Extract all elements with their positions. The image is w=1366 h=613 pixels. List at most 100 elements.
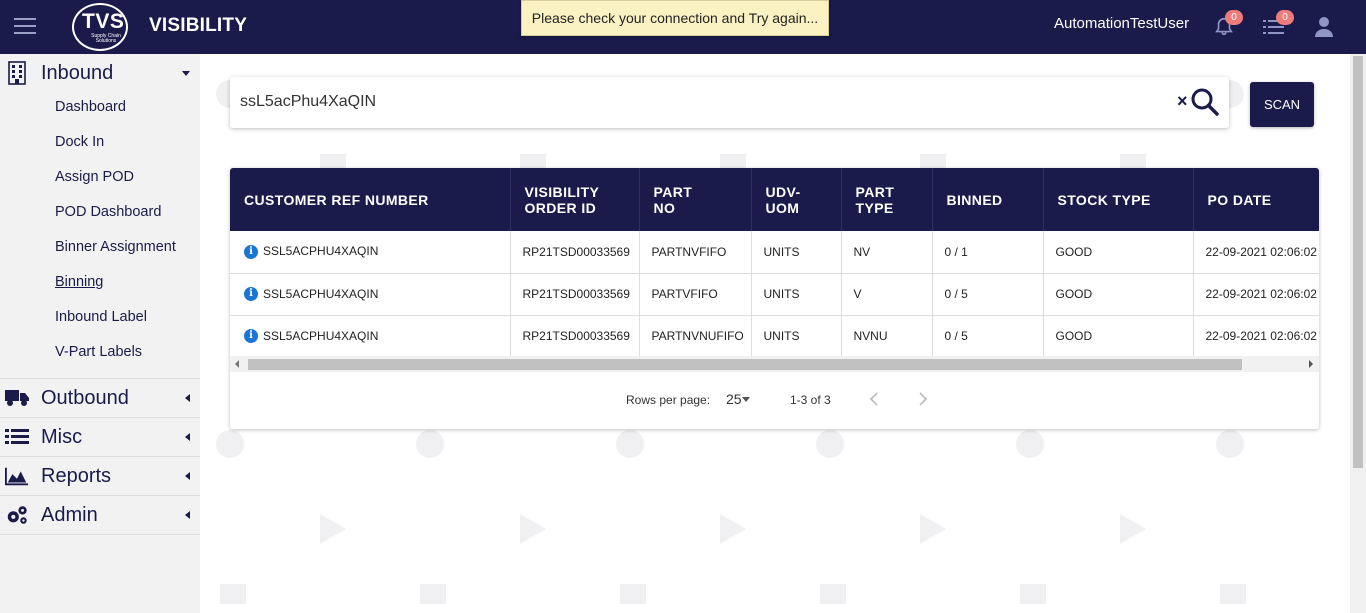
area-chart-icon: [5, 465, 29, 487]
scrollbar-thumb[interactable]: [1353, 56, 1363, 468]
binning-table: CUSTOMER REF NUMBER VISIBILITY ORDER ID P…: [230, 168, 1319, 356]
username[interactable]: AutomationTestUser: [1054, 15, 1189, 32]
notifications-badge: 0: [1225, 10, 1243, 25]
header-label: BINNED: [946, 191, 1003, 208]
table-row[interactable]: i SSL5ACPHU4XAQIN RP21TSD00033569 PARTNVF…: [230, 231, 1319, 274]
cell-po-date: 22-09-2021 02:06:02: [1193, 231, 1319, 274]
sidebar-section-misc: Misc: [0, 418, 200, 457]
scrollbar-thumb[interactable]: [248, 359, 1242, 370]
user-avatar-icon[interactable]: [1315, 16, 1333, 38]
cell-stock-type: GOOD: [1043, 273, 1194, 316]
info-icon[interactable]: i: [244, 329, 258, 344]
main-content: × SCAN CUSTOMER REF NUMBER VISIBILITYORD…: [200, 54, 1350, 613]
column-header-visibility-order-id[interactable]: VISIBILITY ORDER ID: [510, 168, 640, 231]
column-header-stock-type[interactable]: STOCK TYPE: [1043, 168, 1194, 231]
customer-ref-value: SSL5ACPHU4XAQIN: [263, 286, 379, 301]
sidebar-item-binning[interactable]: Binning: [0, 267, 200, 302]
cell-binned: 0 / 1: [932, 231, 1044, 274]
logo-text: TVS: [82, 10, 125, 33]
sidebar-item-assign-pod[interactable]: Assign POD: [0, 162, 200, 197]
column-header-part-type[interactable]: PART TYPE: [841, 168, 933, 231]
cell-uom: UNITS: [751, 315, 842, 356]
sidebar-item-v-part-labels[interactable]: V-Part Labels: [0, 337, 200, 372]
search-input[interactable]: [240, 87, 1160, 117]
header-label: UOM: [765, 199, 800, 216]
sidebar-item-inbound-label[interactable]: Inbound Label: [0, 302, 200, 337]
cell-part-no: PARTVFIFO: [639, 273, 752, 316]
sidebar-item-admin[interactable]: Admin: [0, 496, 200, 534]
notifications-button[interactable]: 0: [1213, 10, 1243, 38]
sidebar-label-admin: Admin: [41, 503, 98, 526]
caret-down-icon[interactable]: [742, 397, 750, 402]
table-row[interactable]: i SSL5ACPHU4XAQIN RP21TSD00033569 PARTNVN…: [230, 315, 1319, 356]
sidebar-item-dashboard[interactable]: Dashboard: [0, 92, 200, 127]
cell-part-type: V: [841, 273, 933, 316]
pagination: Rows per page: 25 1-3 of 3: [230, 372, 1319, 429]
menu-icon[interactable]: [14, 18, 36, 36]
connection-toast: Please check your connection and Try aga…: [521, 0, 829, 36]
info-icon[interactable]: i: [244, 245, 258, 260]
tasks-button[interactable]: 0: [1262, 10, 1294, 38]
column-header-po-date[interactable]: PO DATE: [1193, 168, 1319, 231]
customer-ref-value: SSL5ACPHU4XAQIN: [263, 244, 379, 259]
column-header-customer-ref[interactable]: CUSTOMER REF NUMBER: [230, 168, 511, 231]
page-range: 1-3 of 3: [790, 393, 831, 407]
horizontal-scrollbar[interactable]: [230, 356, 1319, 372]
chevron-right-icon[interactable]: [912, 389, 932, 409]
cell-binned: 0 / 5: [932, 315, 1044, 356]
column-header-part-no[interactable]: PART NO: [639, 168, 752, 231]
header-label: CUSTOMER REF NUMBER: [244, 191, 429, 208]
sidebar-item-reports[interactable]: Reports: [0, 457, 200, 495]
header-label: ORDER ID: [524, 199, 597, 216]
scroll-left-icon[interactable]: [235, 360, 239, 368]
header-label: UDV-: [765, 183, 801, 200]
sidebar-item-outbound[interactable]: Outbound: [0, 379, 200, 417]
cell-stock-type: GOOD: [1043, 315, 1194, 356]
scroll-right-icon[interactable]: [1309, 360, 1313, 368]
cell-part-no: PARTNVFIFO: [639, 231, 752, 274]
sidebar-label-misc: Misc: [41, 425, 83, 448]
sidebar: Inbound Dashboard Dock In Assign POD POD…: [0, 54, 200, 613]
chevron-left-icon: [185, 511, 190, 519]
app-title: VISIBILITY: [149, 15, 248, 36]
header-label: STOCK TYPE: [1057, 191, 1151, 208]
cell-po-date: 22-09-2021 02:06:02: [1193, 273, 1319, 316]
cell-po-date: 22-09-2021 02:06:02: [1193, 315, 1319, 356]
search-icon[interactable]: [1190, 87, 1220, 117]
cell-part-type: NVNU: [841, 315, 933, 356]
sidebar-section-inbound: Inbound Dashboard Dock In Assign POD POD…: [0, 54, 200, 379]
sidebar-item-dock-in[interactable]: Dock In: [0, 127, 200, 162]
header-label: TYPE: [855, 199, 894, 216]
cell-stock-type: GOOD: [1043, 231, 1194, 274]
header-label: PO DATE: [1207, 191, 1272, 208]
chevron-left-icon: [185, 433, 190, 441]
tasks-badge: 0: [1276, 10, 1294, 25]
rows-per-page-label: Rows per page:: [626, 393, 711, 407]
sidebar-label-outbound: Outbound: [41, 386, 129, 409]
column-header-binned[interactable]: BINNED: [932, 168, 1044, 231]
info-icon[interactable]: i: [244, 287, 258, 302]
building-icon: [5, 61, 29, 85]
truck-icon: [5, 387, 29, 409]
rows-per-page-select[interactable]: 25: [726, 391, 742, 407]
sidebar-item-misc[interactable]: Misc: [0, 418, 200, 456]
sidebar-label-reports: Reports: [41, 464, 112, 487]
sidebar-item-inbound[interactable]: Inbound: [0, 54, 200, 92]
table-row[interactable]: i SSL5ACPHU4XAQIN RP21TSD00033569 PARTVFI…: [230, 273, 1319, 316]
clear-search-icon[interactable]: ×: [1177, 91, 1188, 112]
sidebar-label-inbound: Inbound: [41, 61, 114, 84]
cell-order-id: RP21TSD00033569: [510, 315, 640, 356]
chevron-left-icon[interactable]: [865, 389, 885, 409]
sidebar-item-pod-dashboard[interactable]: POD Dashboard: [0, 197, 200, 232]
chevron-left-icon: [185, 472, 190, 480]
column-header-udv-uom[interactable]: UDV- UOM: [751, 168, 842, 231]
cell-binned: 0 / 5: [932, 273, 1044, 316]
cell-part-type: NV: [841, 231, 933, 274]
sidebar-item-binner-assignment[interactable]: Binner Assignment: [0, 232, 200, 267]
page-scrollbar[interactable]: [1350, 54, 1366, 613]
tvs-logo[interactable]: TVS Supply Chain Solutions: [72, 3, 128, 51]
sidebar-section-admin: Admin: [0, 496, 200, 535]
table-scroll-area: CUSTOMER REF NUMBER VISIBILITY ORDER ID P…: [230, 168, 1319, 356]
scan-button[interactable]: SCAN: [1250, 82, 1314, 127]
sidebar-section-reports: Reports: [0, 457, 200, 496]
